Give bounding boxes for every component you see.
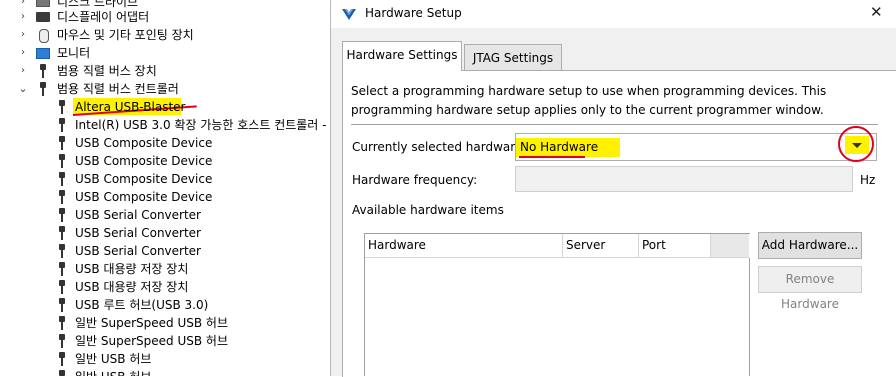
quartus-app-icon	[342, 9, 356, 20]
usb-icon	[58, 370, 66, 376]
tree-device-label: USB Composite Device	[75, 172, 213, 186]
tree-device-item[interactable]: USB 대용량 저장 장치	[0, 278, 330, 296]
chevron-right-icon[interactable]: ›	[18, 26, 28, 44]
tree-device-label: USB Composite Device	[75, 154, 213, 168]
tree-device-label: USB Serial Converter	[75, 208, 201, 222]
title-bar[interactable]: Hardware Setup ✕	[331, 0, 896, 28]
tree-device-item[interactable]: 일반 SuperSpeed USB 허브	[0, 314, 330, 332]
usb-icon	[58, 190, 66, 204]
tree-category-usb-controllers[interactable]: ⌄ 범용 직렬 버스 컨트롤러	[0, 80, 330, 98]
tree-device-label: USB 루트 허브(USB 3.0)	[75, 298, 209, 312]
usb-icon	[58, 334, 66, 348]
monitor-icon	[36, 48, 50, 59]
usb-icon	[58, 280, 66, 294]
separator	[351, 124, 878, 125]
current-hardware-label: Currently selected hardware:	[352, 140, 527, 154]
column-header-hardware[interactable]: Hardware	[365, 234, 563, 257]
tree-category-usb-devices[interactable]: › 범용 직렬 버스 장치	[0, 62, 330, 80]
tree-category-label: 모니터	[57, 46, 91, 60]
tree-device-item[interactable]: USB Composite Device	[0, 134, 330, 152]
table-header: Hardware Server Port	[365, 234, 751, 258]
usb-icon	[39, 64, 47, 78]
usb-icon	[39, 82, 47, 96]
tree-category-label: 디스플레이 어댑터	[57, 10, 150, 24]
tree-device-label: USB Serial Converter	[75, 226, 201, 240]
tree-category-monitors[interactable]: › 모니터	[0, 44, 330, 62]
tree-device-label: 일반 SuperSpeed USB 허브	[75, 316, 229, 330]
usb-icon	[58, 172, 66, 186]
disk-drive-icon	[36, 0, 50, 7]
tree-device-item[interactable]: USB Serial Converter	[0, 224, 330, 242]
chevron-right-icon[interactable]: ›	[18, 44, 28, 62]
usb-icon	[58, 244, 66, 258]
tree-device-label: USB 대용량 저장 장치	[75, 280, 189, 294]
tree-device-item[interactable]: 일반 USB 허브	[0, 368, 330, 376]
tree-device-item[interactable]: USB Composite Device	[0, 188, 330, 206]
tree-device-item[interactable]: USB Composite Device	[0, 170, 330, 188]
hardware-table[interactable]: Hardware Server Port	[364, 233, 751, 376]
tree-category-label: 범용 직렬 버스 컨트롤러	[57, 82, 179, 96]
tree-device-item[interactable]: USB Composite Device	[0, 152, 330, 170]
usb-icon	[58, 226, 66, 240]
tree-device-item[interactable]: USB Serial Converter	[0, 206, 330, 224]
tree-device-label: USB Serial Converter	[75, 244, 201, 258]
usb-icon	[58, 262, 66, 276]
close-icon[interactable]: ✕	[870, 3, 883, 21]
description-text: Select a programming hardware setup to u…	[351, 84, 827, 117]
tab-jtag-settings[interactable]: JTAG Settings	[464, 44, 562, 71]
usb-icon	[58, 154, 66, 168]
header-filler	[711, 234, 749, 257]
column-header-server[interactable]: Server	[563, 234, 639, 257]
usb-icon	[58, 136, 66, 150]
dialog-title: Hardware Setup	[365, 6, 462, 20]
tree-device-item[interactable]: 일반 USB 허브	[0, 350, 330, 368]
usb-icon	[58, 352, 66, 366]
column-header-port[interactable]: Port	[639, 234, 711, 257]
hardware-select-value: No Hardware	[520, 140, 599, 154]
tree-device-label: 일반 USB 허브	[75, 352, 152, 366]
add-hardware-button[interactable]: Add Hardware...	[758, 232, 862, 259]
chevron-down-icon[interactable]: ⌄	[18, 80, 28, 98]
tree-category-mice[interactable]: › 마우스 및 기타 포인팅 장치	[0, 26, 330, 44]
tree-device-label: Intel(R) USB 3.0 확장 가능한 호스트 컨트롤러 -	[75, 118, 327, 132]
tree-device-item[interactable]: Intel(R) USB 3.0 확장 가능한 호스트 컨트롤러 -	[0, 116, 330, 134]
usb-icon	[58, 100, 66, 114]
tree-category-label: 마우스 및 기타 포인팅 장치	[57, 28, 194, 42]
tree-device-label: USB Composite Device	[75, 136, 213, 150]
tree-category-display-adapters[interactable]: › 디스플레이 어댑터	[0, 8, 330, 26]
remove-hardware-button[interactable]: Remove Hardware	[758, 266, 862, 311]
tree-device-label: USB Composite Device	[75, 190, 213, 204]
usb-icon	[58, 118, 66, 132]
tree-device-item[interactable]: USB 대용량 저장 장치	[0, 260, 330, 278]
chevron-right-icon[interactable]: ›	[18, 62, 28, 80]
frequency-unit: Hz	[860, 173, 876, 187]
frequency-field	[515, 166, 853, 192]
available-hardware-label: Available hardware items	[352, 203, 504, 217]
frequency-label: Hardware frequency:	[352, 173, 478, 187]
usb-icon	[58, 316, 66, 330]
header-divider	[365, 257, 749, 258]
tree-device-label: 일반 SuperSpeed USB 허브	[75, 334, 229, 348]
tree-device-label: Altera USB-Blaster	[75, 100, 186, 114]
tree-device-item[interactable]: 일반 SuperSpeed USB 허브	[0, 332, 330, 350]
tree-device-item[interactable]: USB 루트 허브(USB 3.0)	[0, 296, 330, 314]
usb-icon	[58, 298, 66, 312]
display-adapter-icon	[36, 12, 50, 22]
tree-device-label: 일반 USB 허브	[75, 368, 151, 376]
tree-device-label: USB 대용량 저장 장치	[75, 262, 189, 276]
tree-device-item[interactable]: Altera USB-Blaster	[0, 98, 330, 116]
circle-marker	[838, 126, 874, 162]
mouse-icon	[39, 29, 49, 43]
chevron-right-icon[interactable]: ›	[18, 8, 28, 26]
tree-device-item[interactable]: USB Serial Converter	[0, 242, 330, 260]
device-tree: › 디스크 드라이브 › 디스플레이 어댑터 › 마우스 및 기타 포인팅 장치…	[0, 0, 330, 376]
tab-hardware-settings[interactable]: Hardware Settings	[342, 41, 462, 71]
usb-icon	[58, 208, 66, 222]
tree-category-label: 범용 직렬 버스 장치	[57, 64, 157, 78]
